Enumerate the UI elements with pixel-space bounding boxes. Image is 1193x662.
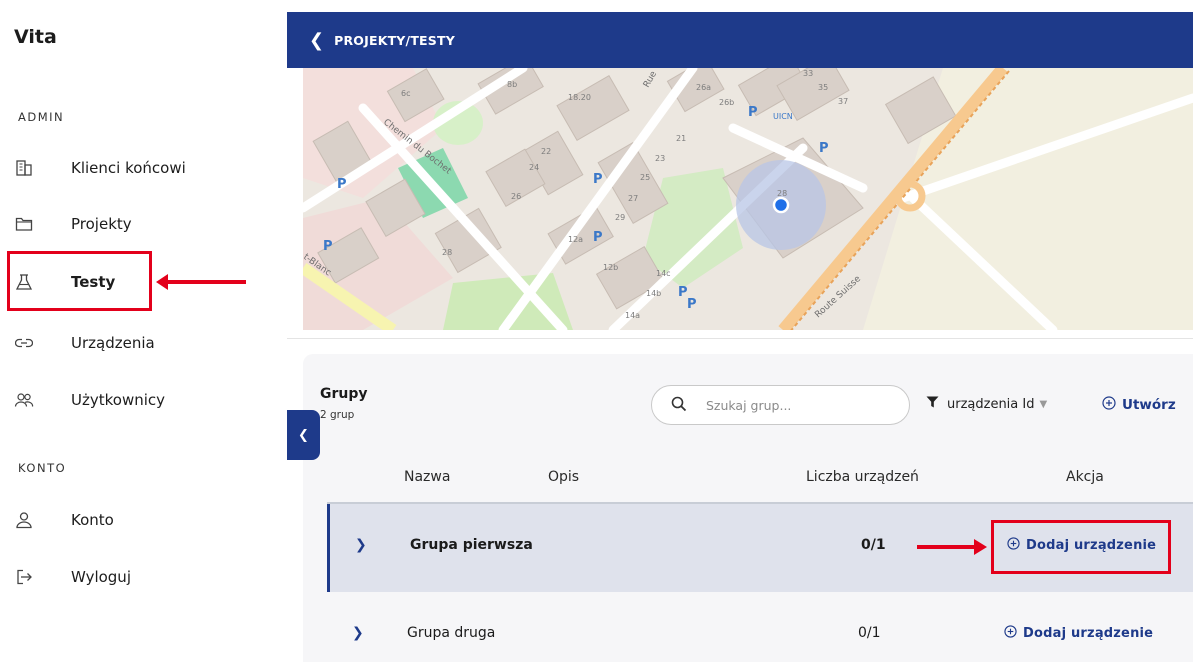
group-name: Grupa pierwsza (410, 537, 533, 553)
svg-text:27: 27 (628, 194, 638, 203)
sidebar-item-label: Użytkownicy (71, 391, 166, 409)
sidebar-item-klienci[interactable]: Klienci końcowi (0, 148, 260, 188)
svg-text:14b: 14b (646, 289, 661, 298)
caret-down-icon: ▼ (1039, 398, 1048, 410)
svg-text:23: 23 (655, 154, 665, 163)
filter-icon (926, 396, 939, 412)
column-header-action: Akcja (1066, 469, 1104, 485)
svg-text:P: P (323, 239, 333, 254)
top-bar: ❮ PROJEKTY/TESTY (287, 12, 1193, 68)
chevron-left-icon[interactable]: ❮ (309, 30, 324, 51)
user-icon (14, 510, 34, 530)
svg-text:P: P (337, 177, 347, 192)
sidebar-item-label: Urządzenia (71, 334, 155, 352)
sidebar: Vita ADMIN Klienci końcowi Projekty Test… (0, 0, 287, 662)
svg-text:6c: 6c (401, 89, 411, 98)
brand-logo: Vita (14, 26, 57, 48)
device-count: 0/1 (858, 625, 881, 641)
svg-text:8b: 8b (507, 80, 517, 89)
users-icon (14, 390, 34, 410)
column-header-device-count: Liczba urządzeń (806, 469, 919, 485)
svg-text:37: 37 (838, 97, 848, 106)
svg-text:18.20: 18.20 (568, 93, 591, 102)
svg-text:14c: 14c (656, 269, 671, 278)
svg-text:29: 29 (615, 213, 625, 222)
search-icon (670, 395, 690, 415)
svg-text:14a: 14a (625, 311, 640, 320)
sidebar-item-projekty[interactable]: Projekty (0, 204, 260, 244)
create-label: Utwórz (1122, 397, 1176, 413)
svg-text:25: 25 (640, 173, 650, 182)
chevron-left-icon: ❮ (298, 427, 309, 443)
svg-text:P: P (748, 105, 758, 120)
chevron-right-icon[interactable]: ❯ (352, 625, 364, 641)
column-header-name: Nazwa (404, 469, 451, 485)
section-label-konto: KONTO (18, 461, 67, 475)
highlight-box-testy (7, 251, 152, 311)
table-row[interactable]: ❯ Grupa druga 0/1 Dodaj urządzenie (327, 592, 1193, 662)
svg-text:24: 24 (529, 163, 539, 172)
svg-text:21: 21 (676, 134, 686, 143)
svg-text:28: 28 (442, 248, 452, 257)
svg-text:26b: 26b (719, 98, 734, 107)
create-button[interactable]: Utwórz (1102, 396, 1176, 414)
add-device-button[interactable]: Dodaj urządzenie (1004, 625, 1153, 642)
svg-text:26a: 26a (696, 83, 711, 92)
link-icon (14, 333, 34, 353)
add-device-label: Dodaj urządzenie (1023, 626, 1154, 641)
search-field[interactable] (651, 385, 910, 425)
highlight-box-add-device (991, 520, 1171, 574)
sidebar-item-label: Konto (71, 511, 114, 529)
chevron-right-icon[interactable]: ❯ (355, 537, 367, 553)
column-header-description: Opis (548, 469, 580, 485)
logout-icon (14, 567, 34, 587)
map-label: UICN (773, 112, 793, 121)
svg-text:22: 22 (541, 147, 551, 156)
breadcrumb[interactable]: PROJEKTY/TESTY (334, 33, 455, 48)
plus-circle-icon (1004, 625, 1017, 642)
svg-text:12a: 12a (568, 235, 583, 244)
sidebar-item-uzytkownicy[interactable]: Użytkownicy (0, 380, 260, 420)
svg-text:P: P (593, 172, 603, 187)
sidebar-item-urzadzenia[interactable]: Urządzenia (0, 323, 260, 363)
map-view[interactable]: Chemin du Bochet Route Suisse Rue t-Blan… (303, 68, 1193, 330)
sidebar-item-label: Wyloguj (71, 568, 131, 586)
svg-text:12b: 12b (603, 263, 618, 272)
svg-text:33: 33 (803, 69, 813, 78)
sidebar-item-label: Projekty (71, 215, 132, 233)
svg-text:P: P (687, 297, 697, 312)
annotation-arrow-right (917, 539, 987, 555)
svg-text:28: 28 (777, 189, 787, 198)
svg-text:26: 26 (511, 192, 521, 201)
groups-title: Grupy (320, 386, 368, 402)
divider (287, 338, 1193, 339)
groups-count: 2 grup (320, 409, 355, 421)
filter-label: urządzenia Id (947, 396, 1035, 412)
svg-text:P: P (819, 141, 829, 156)
device-count: 0/1 (861, 537, 886, 553)
filter-dropdown[interactable]: urządzenia Id ▼ (926, 396, 1047, 412)
folder-icon (14, 214, 34, 234)
collapse-sidebar-button[interactable]: ❮ (287, 410, 320, 460)
sidebar-item-wyloguj[interactable]: Wyloguj (0, 557, 260, 597)
svg-text:35: 35 (818, 83, 828, 92)
sidebar-item-label: Klienci końcowi (71, 159, 186, 177)
building-icon (14, 158, 34, 178)
plus-circle-icon (1102, 396, 1116, 414)
group-name: Grupa druga (407, 625, 496, 641)
sidebar-item-konto[interactable]: Konto (0, 500, 260, 540)
search-input[interactable] (706, 397, 876, 413)
svg-text:P: P (593, 230, 603, 245)
section-label-admin: ADMIN (18, 110, 65, 124)
annotation-arrow-left (156, 274, 246, 290)
